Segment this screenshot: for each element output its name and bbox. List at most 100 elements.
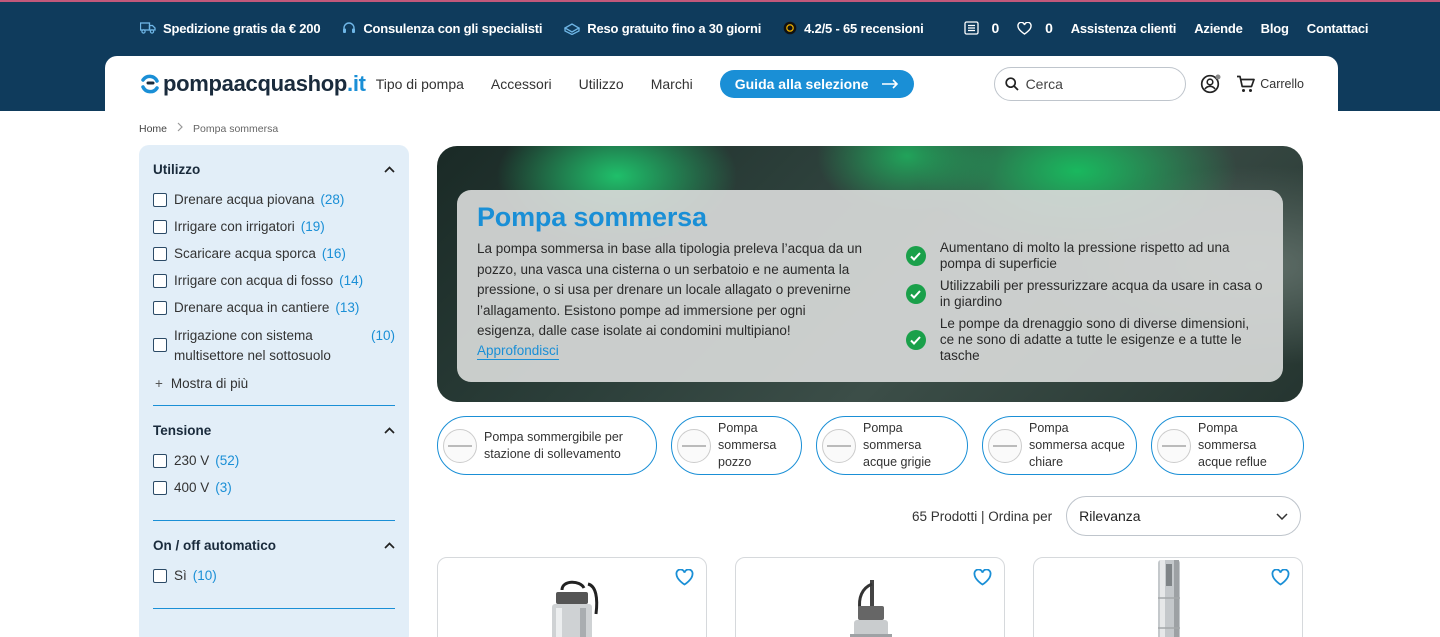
checkbox[interactable] bbox=[153, 193, 167, 207]
hero-info-card: Pompa sommersa La pompa sommersa in base… bbox=[457, 190, 1283, 382]
filter-option-count: (13) bbox=[335, 300, 360, 315]
filter-option[interactable]: 230 V (52) bbox=[153, 452, 395, 469]
checkbox[interactable] bbox=[153, 569, 167, 583]
benefit-text: Aumentano di molto la pressione rispetto… bbox=[939, 240, 1230, 271]
show-more-button[interactable]: + Mostra di più bbox=[155, 376, 395, 391]
filter-option[interactable]: Drenare acqua piovana (28) bbox=[153, 191, 395, 208]
filter-option-label: 230 V bbox=[174, 453, 210, 468]
nav-pump-type[interactable]: Tipo di pompa bbox=[376, 76, 464, 92]
filter-title: Utilizzo bbox=[153, 161, 201, 177]
wishlist-heart-icon[interactable] bbox=[675, 569, 694, 586]
wishlist-link[interactable]: 0 bbox=[1017, 20, 1053, 36]
customer-service-link[interactable]: Assistenza clienti bbox=[1071, 21, 1177, 36]
contact-link[interactable]: Contattaci bbox=[1307, 21, 1369, 36]
subcategory-chip[interactable]: Pompa sommersa acque reflue bbox=[1151, 416, 1304, 475]
compare-link[interactable]: 0 bbox=[963, 20, 999, 36]
reviews-info[interactable]: 4.2/5 - 65 recensioni bbox=[783, 21, 924, 36]
filter-option-count: (52) bbox=[215, 453, 240, 468]
filter-title: On / off automatico bbox=[153, 537, 276, 553]
header-icons bbox=[1200, 73, 1222, 95]
business-link[interactable]: Aziende bbox=[1194, 21, 1243, 36]
sort-bar: 65 Prodotti | Ordina per Rilevanza bbox=[912, 496, 1302, 536]
subcategory-label: Pompa sommersa acque chiare bbox=[1029, 421, 1125, 469]
filter-option[interactable]: 400 V (3) bbox=[153, 479, 395, 496]
product-grid bbox=[437, 557, 1303, 637]
account-icon[interactable] bbox=[1200, 73, 1222, 95]
logo-text: pompaacquashop bbox=[163, 70, 348, 96]
wishlist-heart-icon[interactable] bbox=[973, 569, 992, 586]
main-nav: Tipo di pompa Accessori Utilizzo Marchi bbox=[376, 76, 720, 92]
reviews-badge-icon bbox=[783, 21, 797, 35]
search-icon bbox=[1004, 76, 1019, 91]
filter-header-usage[interactable]: Utilizzo bbox=[153, 159, 395, 179]
filter-option-label: Drenare acqua piovana bbox=[174, 192, 315, 207]
sort-dropdown[interactable]: Rilevanza bbox=[1066, 496, 1302, 536]
site-logo[interactable]: pompaacquashop .it bbox=[139, 71, 366, 97]
nav-usage[interactable]: Utilizzo bbox=[579, 76, 624, 92]
subcategory-chip[interactable]: Pompa sommergibile per stazione di solle… bbox=[437, 416, 657, 475]
filter-option-count: (28) bbox=[320, 192, 345, 207]
product-image bbox=[1158, 560, 1180, 637]
wishlist-heart-icon[interactable] bbox=[1271, 569, 1290, 586]
checkbox[interactable] bbox=[153, 274, 167, 288]
product-card[interactable] bbox=[437, 557, 707, 637]
product-card[interactable] bbox=[1033, 557, 1303, 637]
filter-option-count: (3) bbox=[215, 480, 232, 495]
breadcrumb: Home Pompa sommersa bbox=[139, 122, 278, 135]
filter-option-label: Scaricare acqua sporca bbox=[174, 246, 316, 261]
subcategory-chip[interactable]: Pompa sommersa acque grigie bbox=[816, 416, 968, 475]
hero-text: La pompa sommersa in base alla tipologia… bbox=[477, 241, 862, 338]
cart-label: Carrello bbox=[1260, 76, 1304, 91]
product-card[interactable] bbox=[735, 557, 1005, 637]
filter-option[interactable]: Irrigazione con sistema multisettore nel… bbox=[153, 326, 395, 366]
benefit-item: Le pompe da drenaggio sono di diverse di… bbox=[905, 316, 1263, 364]
subcategory-label: Pompa sommergibile per stazione di solle… bbox=[484, 429, 623, 461]
consulting-info[interactable]: Consulenza con gli specialisti bbox=[342, 21, 542, 36]
search-input[interactable] bbox=[1025, 75, 1176, 92]
shipping-text: Spedizione gratis da € 200 bbox=[163, 20, 321, 36]
logo-swirl-icon bbox=[141, 74, 159, 93]
checkbox[interactable] bbox=[153, 338, 167, 352]
headset-icon bbox=[343, 22, 356, 33]
filter-option[interactable]: Irrigare con acqua di fosso (14) bbox=[153, 272, 395, 289]
chevron-up-icon bbox=[384, 541, 395, 549]
subcategory-label: Pompa sommersa acque reflue bbox=[1198, 421, 1267, 469]
blog-link[interactable]: Blog bbox=[1261, 21, 1289, 36]
cart-link[interactable]: Carrello bbox=[1236, 75, 1304, 93]
product-count: 65 Prodotti | Ordina per bbox=[912, 508, 1053, 524]
shipping-info[interactable]: Spedizione gratis da € 200 bbox=[140, 20, 321, 36]
filter-option[interactable]: Irrigare con irrigatori (19) bbox=[153, 218, 395, 235]
nav-accessories[interactable]: Accessori bbox=[491, 76, 552, 92]
search-box[interactable] bbox=[993, 66, 1187, 101]
nav-brands[interactable]: Marchi bbox=[651, 76, 693, 92]
checkbox[interactable] bbox=[153, 247, 167, 261]
checkbox[interactable] bbox=[153, 220, 167, 234]
checkbox[interactable] bbox=[153, 301, 167, 315]
checkbox[interactable] bbox=[153, 481, 167, 495]
filter-option-label: Irrigare con irrigatori bbox=[174, 219, 295, 234]
filter-option-label: Irrigare con acqua di fosso bbox=[174, 273, 334, 288]
return-box-icon bbox=[564, 22, 581, 35]
hero-benefits: Aumentano di molto la pressione rispetto… bbox=[905, 202, 1263, 370]
checkbox[interactable] bbox=[153, 454, 167, 468]
filter-group-voltage: Tensione 230 V (52) 400 V (3) bbox=[153, 420, 395, 521]
page-title: Pompa sommersa bbox=[477, 202, 707, 232]
filter-option-label: Irrigazione con sistema multisettore nel… bbox=[174, 328, 331, 363]
selection-guide-button[interactable]: Guida alla selezione bbox=[719, 69, 914, 98]
subcategory-thumbnail bbox=[988, 428, 1022, 463]
breadcrumb-home[interactable]: Home bbox=[139, 123, 167, 135]
subcategory-chip[interactable]: Pompa sommersa pozzo bbox=[671, 416, 802, 475]
subcategory-chip[interactable]: Pompa sommersa acque chiare bbox=[982, 416, 1137, 475]
filter-option-count: (16) bbox=[321, 246, 346, 261]
consulting-text: Consulenza con gli specialisti bbox=[363, 20, 543, 36]
filter-option[interactable]: Scaricare acqua sporca (16) bbox=[153, 245, 395, 262]
filter-header-auto-onoff[interactable]: On / off automatico bbox=[153, 535, 395, 555]
topbar: Spedizione gratis da € 200 Consulenza co… bbox=[0, 0, 1440, 56]
filter-header-voltage[interactable]: Tensione bbox=[153, 420, 395, 440]
returns-info[interactable]: Reso gratuito fino a 30 giorni bbox=[564, 21, 761, 36]
product-image bbox=[850, 580, 892, 637]
breadcrumb-current: Pompa sommersa bbox=[193, 122, 279, 135]
filter-option[interactable]: Drenare acqua in cantiere (13) bbox=[153, 299, 395, 316]
read-more-link[interactable]: Approfondisci bbox=[477, 343, 559, 360]
filter-option[interactable]: Sì (10) bbox=[153, 567, 395, 584]
